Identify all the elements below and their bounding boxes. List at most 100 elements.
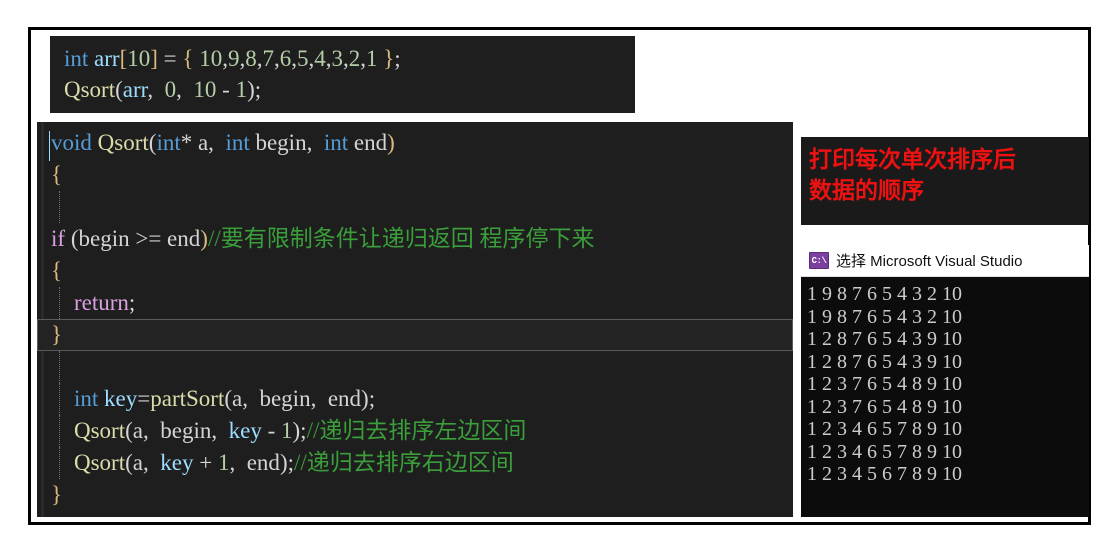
code-token: { [51, 162, 63, 187]
code-token: >= [129, 226, 168, 251]
code-token: ; [128, 290, 136, 315]
visual-studio-console[interactable]: C:\ 选择 Microsoft Visual Studio 1 9 8 7 6… [801, 245, 1089, 517]
code-token: ); [292, 418, 307, 443]
code-token: 0 [164, 77, 177, 102]
code-token: ( [65, 226, 79, 251]
editor-line[interactable]: } [37, 319, 793, 351]
indent-guide [59, 287, 60, 319]
code-token: = [137, 386, 151, 411]
editor-line[interactable]: if (begin >= end)//要有限制条件让递归返回 程序停下来 [37, 223, 793, 255]
code-token: int [156, 130, 181, 155]
code-token: , [147, 77, 165, 102]
annotation-note-line: 数据的顺序 [809, 178, 924, 203]
code-token: return [74, 290, 129, 315]
console-output-line: 1 2 3 4 5 6 7 8 9 10 [807, 463, 962, 485]
structure-guide [49, 131, 50, 161]
code-token: int [74, 386, 99, 411]
console-title: 选择 Microsoft Visual Studio [836, 253, 1023, 270]
editor-line-container: void Qsort(int* a, int begin, int end){ … [37, 122, 793, 511]
indent-guide [59, 383, 60, 415]
code-token: 3 [331, 46, 343, 71]
editor-line[interactable]: { [37, 159, 793, 191]
code-token: } [51, 322, 63, 347]
code-token: , [229, 450, 247, 475]
code-token: ; [394, 46, 401, 71]
editor-line[interactable]: Qsort(a, begin, key - 1);//递归去排序左边区间 [37, 415, 793, 447]
editor-line[interactable] [37, 191, 793, 223]
qsort-call-snippet: int arr[10] = { 10,9,8,7,6,5,4,3,2,1 }; … [50, 36, 635, 113]
code-token: ); [247, 77, 262, 102]
code-token: * [180, 130, 193, 155]
code-token: ( [224, 386, 233, 411]
indent-guide [59, 447, 60, 479]
code-token: arr [94, 46, 120, 71]
code-token: ); [279, 450, 294, 475]
code-token: 9 [227, 46, 240, 71]
code-token: Qsort [74, 418, 126, 443]
editor-line[interactable]: return; [37, 287, 793, 319]
code-token: + [193, 450, 218, 475]
code-token: ( [125, 450, 133, 475]
code-token: 2 [348, 46, 361, 71]
code-token: key [160, 450, 194, 475]
code-token: } [51, 482, 63, 507]
code-token: ) [200, 226, 208, 251]
code-token: int [225, 130, 250, 155]
code-token: begin [78, 226, 130, 251]
console-output: 1 9 8 7 6 5 4 3 2 10 1 9 8 7 6 5 4 3 2 10… [801, 277, 1089, 517]
code-token: Qsort [74, 450, 126, 475]
indent-guide [59, 191, 60, 223]
code-token: } [383, 46, 395, 71]
console-output-line: 1 2 8 7 6 5 4 3 9 10 [807, 350, 962, 373]
editor-line[interactable]: { [37, 255, 793, 287]
code-token: 10 [199, 46, 223, 71]
code-token: 10 [193, 77, 217, 102]
editor-line[interactable]: Qsort(a, key + 1, end);//递归去排序右边区间 [37, 447, 793, 479]
code-token: ( [125, 418, 133, 443]
console-output-line: 1 2 3 7 6 5 4 8 9 10 [807, 395, 962, 418]
code-token: - [261, 418, 281, 443]
call-snippet-line: Qsort(arr, 0, 10 - 1); [64, 74, 635, 105]
code-token: a, begin, end [232, 386, 362, 411]
console-output-line: 1 2 8 7 6 5 4 3 9 10 [807, 328, 962, 350]
editor-line[interactable]: void Qsort(int* a, int begin, int end) [37, 127, 793, 161]
code-token: //要有限制条件让递归返回 程序停下来 [207, 226, 595, 251]
code-token: end [348, 130, 388, 155]
qsort-definition-editor[interactable]: void Qsort(int* a, int begin, int end){ … [37, 122, 793, 517]
console-output-line: 1 9 8 7 6 5 4 3 2 10 [807, 305, 962, 328]
console-output-line: 1 2 3 4 6 5 7 8 9 10 [807, 440, 962, 463]
code-token: 1 [217, 450, 230, 475]
annotation-note-line: 打印每次单次排序后 [809, 147, 1016, 172]
code-token: ( [115, 77, 123, 102]
console-titlebar[interactable]: C:\ 选择 Microsoft Visual Studio [801, 245, 1089, 277]
code-token: void [51, 130, 98, 155]
code-token: Qsort [64, 77, 116, 102]
indent-guide [59, 351, 60, 383]
editor-line[interactable]: int key=partSort(a, begin, end); [37, 383, 793, 415]
code-token: key [104, 386, 138, 411]
console-output-line: 1 2 3 4 6 5 7 8 9 10 [807, 418, 962, 440]
cmd-console-icon: C:\ [809, 252, 829, 269]
code-token: = [157, 46, 183, 71]
code-token: { [182, 46, 194, 71]
code-token: { [51, 258, 63, 283]
code-token: , [176, 77, 194, 102]
editor-line[interactable]: } [37, 479, 793, 511]
code-token: key [228, 418, 262, 443]
editor-line[interactable] [37, 351, 793, 383]
code-token: if [51, 226, 66, 251]
code-token: 6 [279, 46, 292, 71]
code-token: int [64, 46, 95, 71]
console-output-line: 1 9 8 7 6 5 4 3 2 10 [807, 283, 962, 305]
code-token: 7 [262, 46, 274, 71]
code-token: ) [387, 130, 395, 155]
code-token: partSort [150, 386, 225, 411]
code-token: a, [132, 450, 161, 475]
code-token: a, [192, 130, 226, 155]
code-token: //递归去排序右边区间 [294, 450, 514, 475]
code-token: 1 [235, 77, 248, 102]
